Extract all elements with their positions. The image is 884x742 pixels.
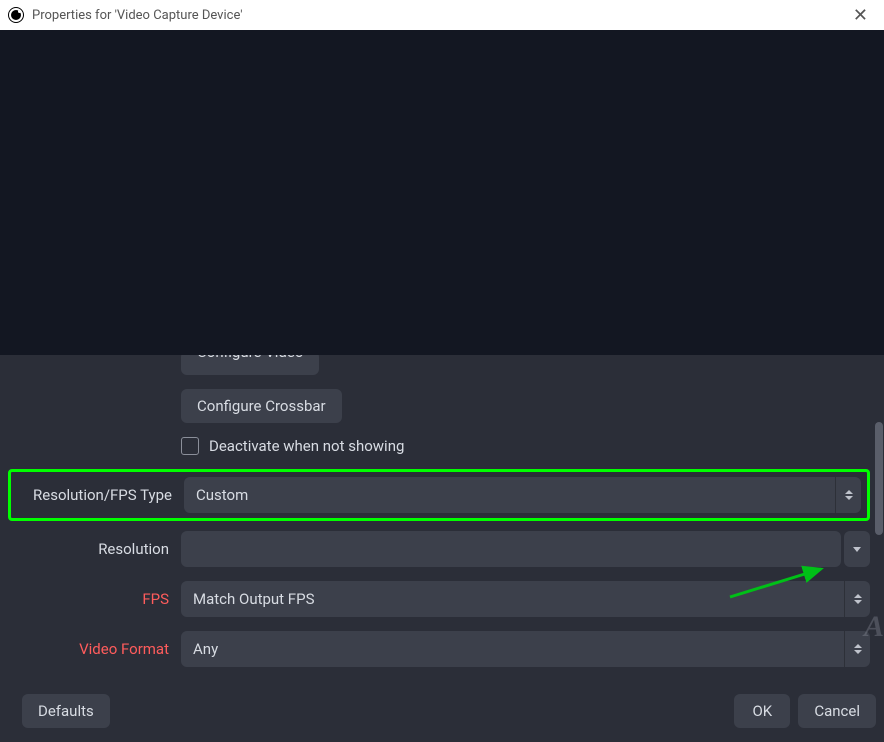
- ok-button[interactable]: OK: [734, 694, 790, 728]
- form-area: Configure Video Configure Crossbar Deact…: [0, 355, 884, 684]
- close-icon[interactable]: ✕: [845, 5, 876, 26]
- resolution-dropdown-button[interactable]: [844, 531, 870, 567]
- fps-label: FPS: [14, 590, 181, 608]
- video-format-value: Any: [181, 631, 844, 667]
- window-title: Properties for 'Video Capture Device': [32, 8, 243, 23]
- video-format-select[interactable]: Any: [181, 631, 870, 667]
- titlebar: Properties for 'Video Capture Device' ✕: [0, 0, 884, 30]
- updown-icon: [835, 477, 861, 513]
- resolution-label: Resolution: [14, 540, 181, 558]
- dialog-body: Configure Video Configure Crossbar Deact…: [0, 30, 884, 742]
- scrollbar[interactable]: [875, 422, 883, 535]
- deactivate-checkbox[interactable]: [181, 437, 199, 455]
- preview-area: [0, 30, 884, 355]
- watermark: A: [864, 610, 884, 644]
- resolution-row: Resolution: [14, 531, 870, 567]
- resolution-input[interactable]: [181, 531, 841, 567]
- configure-video-row: Configure Video: [14, 363, 870, 375]
- deactivate-row: Deactivate when not showing: [14, 437, 870, 455]
- resolution-fps-type-row: Resolution/FPS Type Custom: [8, 469, 870, 521]
- configure-crossbar-row: Configure Crossbar: [14, 389, 870, 423]
- fps-value: Match Output FPS: [181, 581, 844, 617]
- video-format-row: Video Format Any: [14, 631, 870, 667]
- resolution-fps-type-select[interactable]: Custom: [184, 477, 861, 513]
- deactivate-checkbox-label[interactable]: Deactivate when not showing: [209, 437, 404, 455]
- fps-select[interactable]: Match Output FPS: [181, 581, 870, 617]
- footer-bar: Defaults OK Cancel: [0, 684, 884, 742]
- resolution-fps-type-value: Custom: [184, 477, 835, 513]
- defaults-button[interactable]: Defaults: [22, 694, 110, 728]
- obs-logo-icon: [8, 7, 24, 23]
- configure-video-button[interactable]: Configure Video: [181, 355, 319, 375]
- cancel-button[interactable]: Cancel: [798, 694, 876, 728]
- fps-row: FPS Match Output FPS: [14, 581, 870, 617]
- configure-crossbar-button[interactable]: Configure Crossbar: [181, 389, 342, 423]
- resolution-fps-type-label: Resolution/FPS Type: [11, 486, 184, 504]
- chevron-down-icon: [853, 547, 861, 552]
- video-format-label: Video Format: [14, 640, 181, 658]
